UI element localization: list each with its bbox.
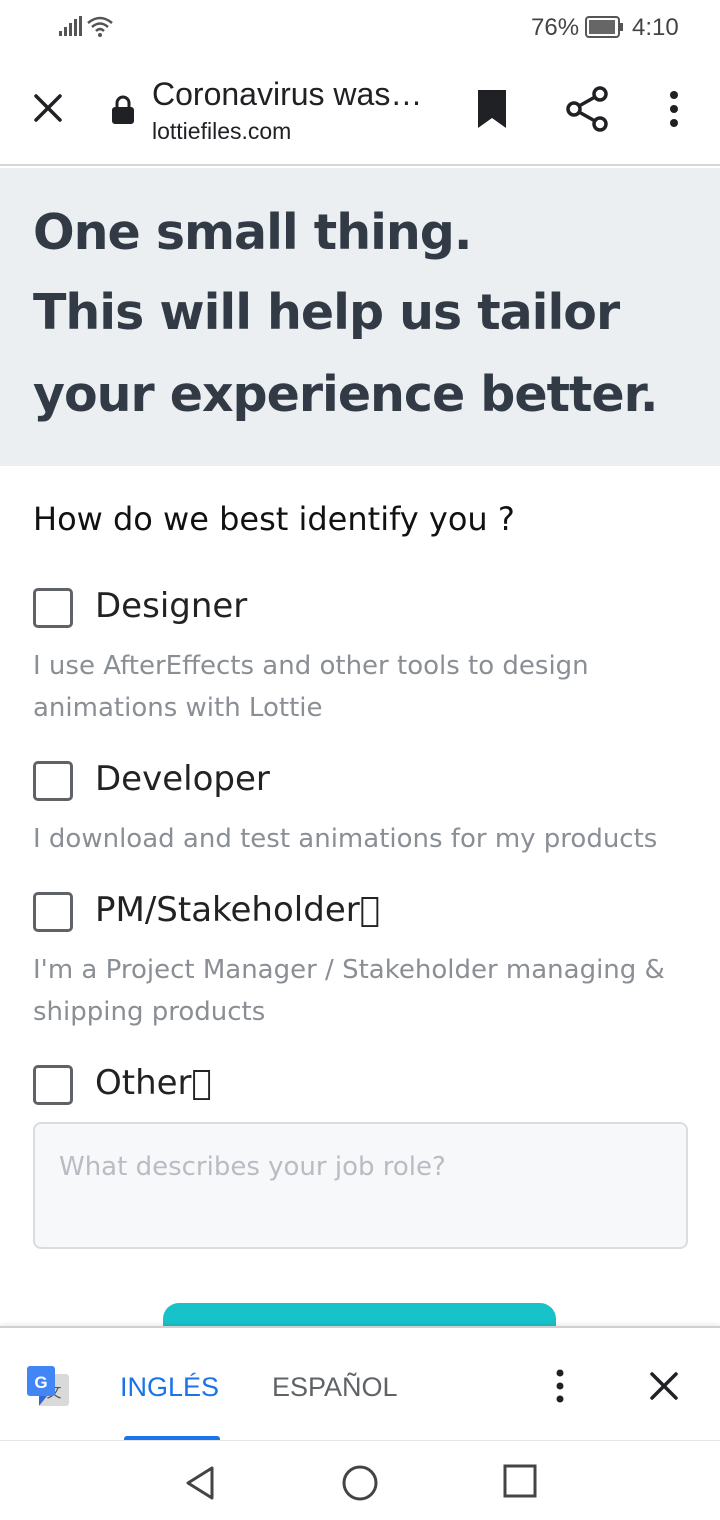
page-title: Coronavirus was… [152, 76, 423, 112]
pm-stakeholder-checkbox[interactable] [33, 892, 73, 932]
option-label[interactable]: Other  [95, 1063, 212, 1103]
recents-square-icon[interactable] [502, 1463, 538, 1499]
tab-target-language[interactable]: ESPAÑOL [272, 1372, 398, 1403]
system-nav-bar [0, 1440, 720, 1520]
job-role-input[interactable] [33, 1122, 688, 1249]
form-question: How do we best identify you ? [33, 500, 515, 538]
hero-heading-line-2: This will help us tailor [33, 284, 620, 341]
svg-text:G: G [34, 1373, 47, 1392]
more-vert-icon[interactable] [545, 1366, 575, 1406]
translate-bar: 文 G INGLÉS ESPAÑOL [0, 1326, 720, 1442]
option-description: I use AfterEffects and other tools to de… [33, 651, 589, 723]
google-translate-icon: 文 G [27, 1366, 69, 1406]
custom-tab-toolbar: Coronavirus was… lottiefiles.com [0, 56, 720, 166]
back-triangle-icon[interactable] [180, 1463, 220, 1503]
battery-icon [585, 16, 623, 38]
home-circle-icon[interactable] [340, 1463, 380, 1503]
developer-checkbox[interactable] [33, 761, 73, 801]
option-description: I download and test animations for my pr… [33, 824, 658, 854]
clock: 4:10 [632, 14, 679, 41]
option-label[interactable]: Designer [95, 586, 247, 626]
wifi-icon [87, 16, 113, 37]
status-bar: 76% 4:10 [0, 0, 720, 56]
option-description: I'm a Project Manager / Stakeholder mana… [33, 955, 665, 1027]
hero-heading-line-1: One small thing. [33, 204, 472, 261]
share-icon[interactable] [562, 84, 612, 134]
page-domain: lottiefiles.com [152, 118, 292, 144]
option-label[interactable]: Developer [95, 759, 270, 799]
option-label[interactable]: PM/Stakeholder  [95, 890, 380, 930]
close-icon[interactable] [26, 86, 70, 130]
hero-heading-line-3: your experience better. [33, 366, 658, 423]
battery-percent: 76% [531, 14, 580, 41]
other-checkbox[interactable] [33, 1065, 73, 1105]
hero-banner: One small thing. This will help us tailo… [0, 168, 720, 466]
designer-checkbox[interactable] [33, 588, 73, 628]
tab-source-language[interactable]: INGLÉS [120, 1372, 219, 1403]
bookmark-icon[interactable] [472, 86, 512, 132]
lock-icon [112, 95, 134, 124]
signal-bars-icon [59, 16, 82, 36]
close-icon[interactable] [644, 1366, 684, 1406]
more-vert-icon[interactable] [654, 86, 694, 132]
